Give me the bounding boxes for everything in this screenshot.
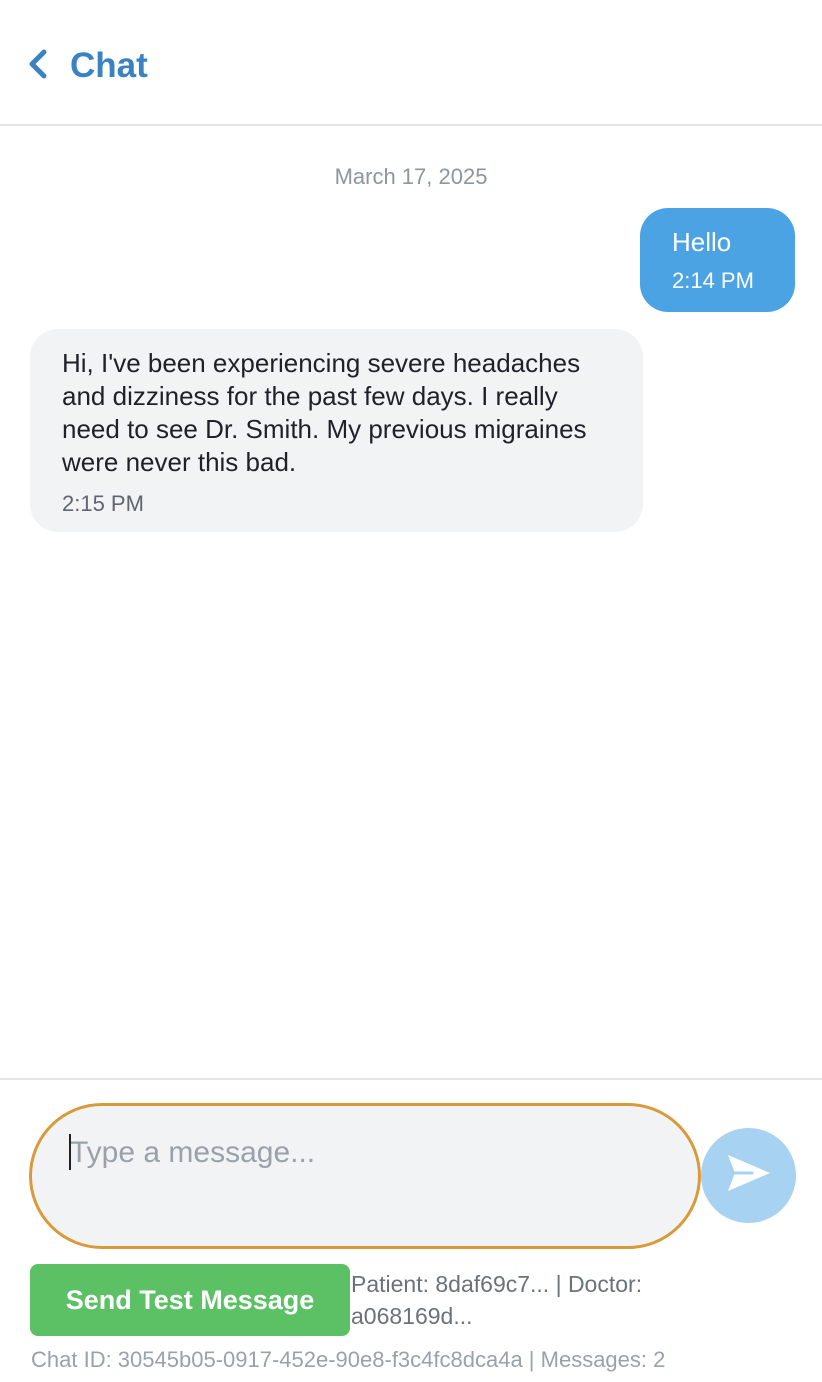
text-caret — [69, 1134, 71, 1170]
back-button[interactable] — [22, 40, 56, 88]
send-icon — [726, 1153, 772, 1198]
outgoing-message: Hello 2:14 PM — [640, 208, 795, 312]
message-time: 2:15 PM — [62, 491, 144, 516]
message-input[interactable] — [29, 1103, 701, 1249]
chat-header: Chat — [0, 0, 822, 126]
date-separator: March 17, 2025 — [334, 164, 488, 189]
incoming-message: Hi, I've been experiencing severe headac… — [30, 329, 643, 532]
message-time: 2:14 PM — [672, 268, 754, 293]
message-text: Hi, I've been experiencing severe headac… — [62, 348, 587, 477]
message-text: Hello — [672, 227, 732, 257]
chat-id-footer: Chat ID: 30545b05-0917-452e-90e8-f3c4fc8… — [31, 1347, 666, 1372]
chevron-left-icon[interactable] — [22, 40, 56, 88]
page-title: Chat — [70, 46, 148, 85]
chat-screen: Chat March 17, 2025 Hello 2:14 PM Hi, I'… — [0, 0, 822, 1382]
send-button[interactable] — [701, 1128, 796, 1223]
participant-ids: Patient: 8daf69c7... | Doctor: a068169d.… — [351, 1271, 643, 1329]
composer-divider — [0, 1078, 822, 1080]
send-test-message-button[interactable]: Send Test Message — [30, 1264, 350, 1336]
